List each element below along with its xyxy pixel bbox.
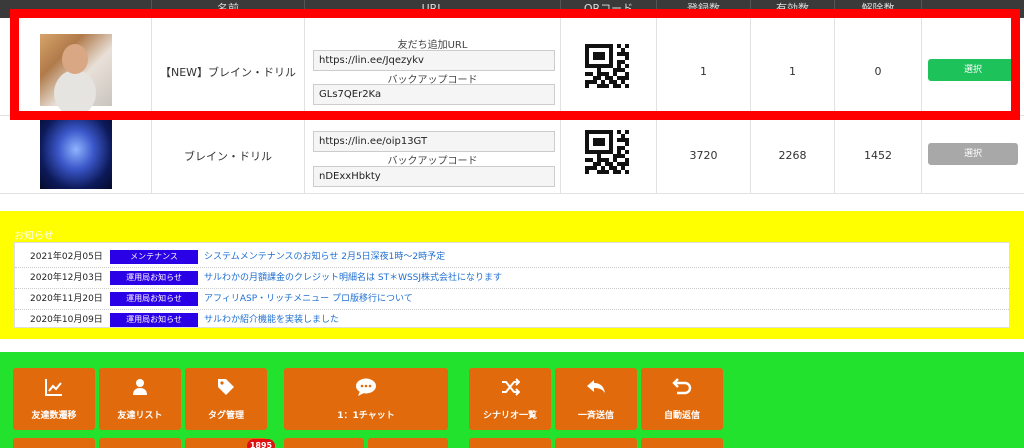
backup-code-field[interactable]: nDExxHbkty — [313, 166, 555, 187]
list-item: 2020年11月20日 運用局お知らせ アフィリASP・リッチメニュー プロ版移… — [15, 289, 1009, 310]
notice-date: 2020年12月03日 — [30, 273, 103, 283]
category-badge: 運用局お知らせ — [110, 271, 198, 285]
menu-panel: 友達数遷移 友達リスト タグ管理 1：1チャット シナリオ一覧 一斉送信 自動返… — [0, 352, 1024, 448]
notice-date: 2020年11月20日 — [30, 294, 103, 304]
notice-date: 2020年10月09日 — [30, 315, 103, 325]
friend-count-transition-button[interactable]: 友達数遷移 — [13, 368, 95, 430]
account-name: 【NEW】ブレイン・ドリル — [159, 66, 297, 79]
header-qr: QRコード — [561, 0, 657, 18]
header-unsubscribed: 解除数 — [835, 0, 922, 18]
qr-code — [585, 44, 629, 88]
friend-url-field[interactable]: https://lin.ee/Jqezykv — [313, 50, 555, 71]
friend-list-button[interactable]: 友達リスト — [99, 368, 181, 430]
active-count: 1 — [789, 65, 796, 78]
header-registered: 登録数 — [657, 0, 751, 18]
select-button[interactable]: 選択 — [928, 59, 1018, 81]
notice-link[interactable]: システムメンテナンスのお知らせ 2月5日深夜1時～2時予定 — [204, 247, 445, 268]
category-badge: メンテナンス — [110, 250, 198, 264]
registered-cell: 1 — [657, 18, 751, 115]
backup-code-field[interactable]: GLs7QEr2Ka — [313, 84, 555, 105]
menu-tile[interactable] — [368, 438, 448, 448]
menu-tile[interactable] — [99, 438, 181, 448]
menu-tile[interactable] — [13, 438, 95, 448]
menu-tile[interactable] — [284, 438, 364, 448]
list-item: 2021年02月05日 メンテナンス システムメンテナンスのお知らせ 2月5日深… — [15, 247, 1009, 268]
unsubscribed-cell: 1452 — [835, 116, 922, 193]
scenario-list-button[interactable]: シナリオ一覧 — [469, 368, 551, 430]
tile-label: 自動返信 — [663, 411, 700, 421]
notice-link[interactable]: サルわか紹介機能を実装しました — [204, 310, 339, 327]
tile-label: タグ管理 — [207, 411, 244, 421]
registered-count: 1 — [700, 65, 707, 78]
table-row: ブレイン・ドリル https://lin.ee/oip13GT バックアップコー… — [0, 116, 1024, 194]
line-chart-icon — [13, 377, 95, 401]
unsubscribed-count: 1452 — [864, 149, 892, 162]
tile-label: 1：1チャット — [337, 411, 395, 421]
notification-badge: 1895 — [247, 439, 275, 448]
menu-tile[interactable] — [555, 438, 637, 448]
menu-tile[interactable] — [641, 438, 723, 448]
notice-link[interactable]: サルわかの月額課金のクレジット明細名は ST＊WSSJ株式会社になります — [204, 268, 502, 289]
name-cell: 【NEW】ブレイン・ドリル — [152, 18, 305, 115]
qr-cell — [561, 116, 657, 193]
select-button[interactable]: 選択 — [928, 143, 1018, 165]
notice-section: お知らせ 2021年02月05日 メンテナンス システムメンテナンスのお知らせ … — [0, 211, 1024, 339]
unsubscribed-count: 0 — [874, 65, 882, 78]
url-cell: 友だち追加URL https://lin.ee/Jqezykv バックアップコー… — [305, 18, 561, 115]
menu-tile[interactable] — [469, 438, 551, 448]
header-action — [922, 0, 1024, 18]
header-active: 有効数 — [751, 0, 835, 18]
url-cell: https://lin.ee/oip13GT バックアップコード nDExxHb… — [305, 116, 561, 193]
qr-code — [585, 130, 629, 174]
active-cell: 2268 — [751, 116, 835, 193]
header-name: 名前 — [152, 0, 305, 18]
notice-list[interactable]: 2021年02月05日 メンテナンス システムメンテナンスのお知らせ 2月5日深… — [14, 242, 1010, 328]
registered-count: 3720 — [689, 149, 718, 162]
reply-icon — [555, 377, 637, 401]
action-cell: 選択 — [922, 116, 1024, 193]
return-icon — [641, 377, 723, 401]
account-avatar — [40, 117, 112, 189]
notice-date: 2021年02月05日 — [30, 252, 103, 262]
backup-code-label: バックアップコード — [387, 156, 478, 167]
category-badge: 運用局お知らせ — [110, 313, 198, 327]
tags-icon — [185, 377, 267, 401]
notice-title: お知らせ — [14, 231, 54, 242]
one-on-one-chat-button[interactable]: 1：1チャット — [284, 368, 448, 430]
tile-label: シナリオ一覧 — [482, 411, 537, 421]
notice-link[interactable]: アフィリASP・リッチメニュー プロ版移行について — [204, 289, 413, 310]
tag-management-button[interactable]: タグ管理 — [185, 368, 267, 430]
broadcast-button[interactable]: 一斉送信 — [555, 368, 637, 430]
auto-reply-button[interactable]: 自動返信 — [641, 368, 723, 430]
friend-url-label: 友だち追加URL — [397, 40, 468, 51]
header-image — [0, 0, 152, 18]
list-item: 2020年12月03日 運用局お知らせ サルわかの月額課金のクレジット明細名は … — [15, 268, 1009, 289]
tile-label: 一斉送信 — [577, 411, 614, 421]
table-header: 名前 URL QRコード 登録数 有効数 解除数 — [0, 0, 1024, 18]
image-cell — [0, 18, 152, 115]
qr-cell — [561, 18, 657, 115]
tile-label: 友達数遷移 — [31, 411, 77, 421]
shuffle-icon — [469, 377, 551, 401]
table-row: 【NEW】ブレイン・ドリル 友だち追加URL https://lin.ee/Jq… — [0, 18, 1024, 116]
header-url: URL — [305, 0, 561, 18]
image-cell — [0, 116, 152, 193]
list-item: 2020年10月09日 運用局お知らせ サルわか紹介機能を実装しました — [15, 310, 1009, 327]
registered-cell: 3720 — [657, 116, 751, 193]
category-badge: 運用局お知らせ — [110, 292, 198, 306]
friend-url-field[interactable]: https://lin.ee/oip13GT — [313, 131, 555, 152]
tile-label: 友達リスト — [117, 411, 163, 421]
name-cell: ブレイン・ドリル — [152, 116, 305, 193]
active-cell: 1 — [751, 18, 835, 115]
account-avatar — [40, 34, 112, 106]
user-icon — [99, 377, 181, 401]
unsubscribed-cell: 0 — [835, 18, 922, 115]
account-name: ブレイン・ドリル — [184, 150, 272, 163]
chat-icon — [284, 377, 448, 401]
action-cell: 選択 — [922, 18, 1024, 115]
active-count: 2268 — [778, 149, 807, 162]
